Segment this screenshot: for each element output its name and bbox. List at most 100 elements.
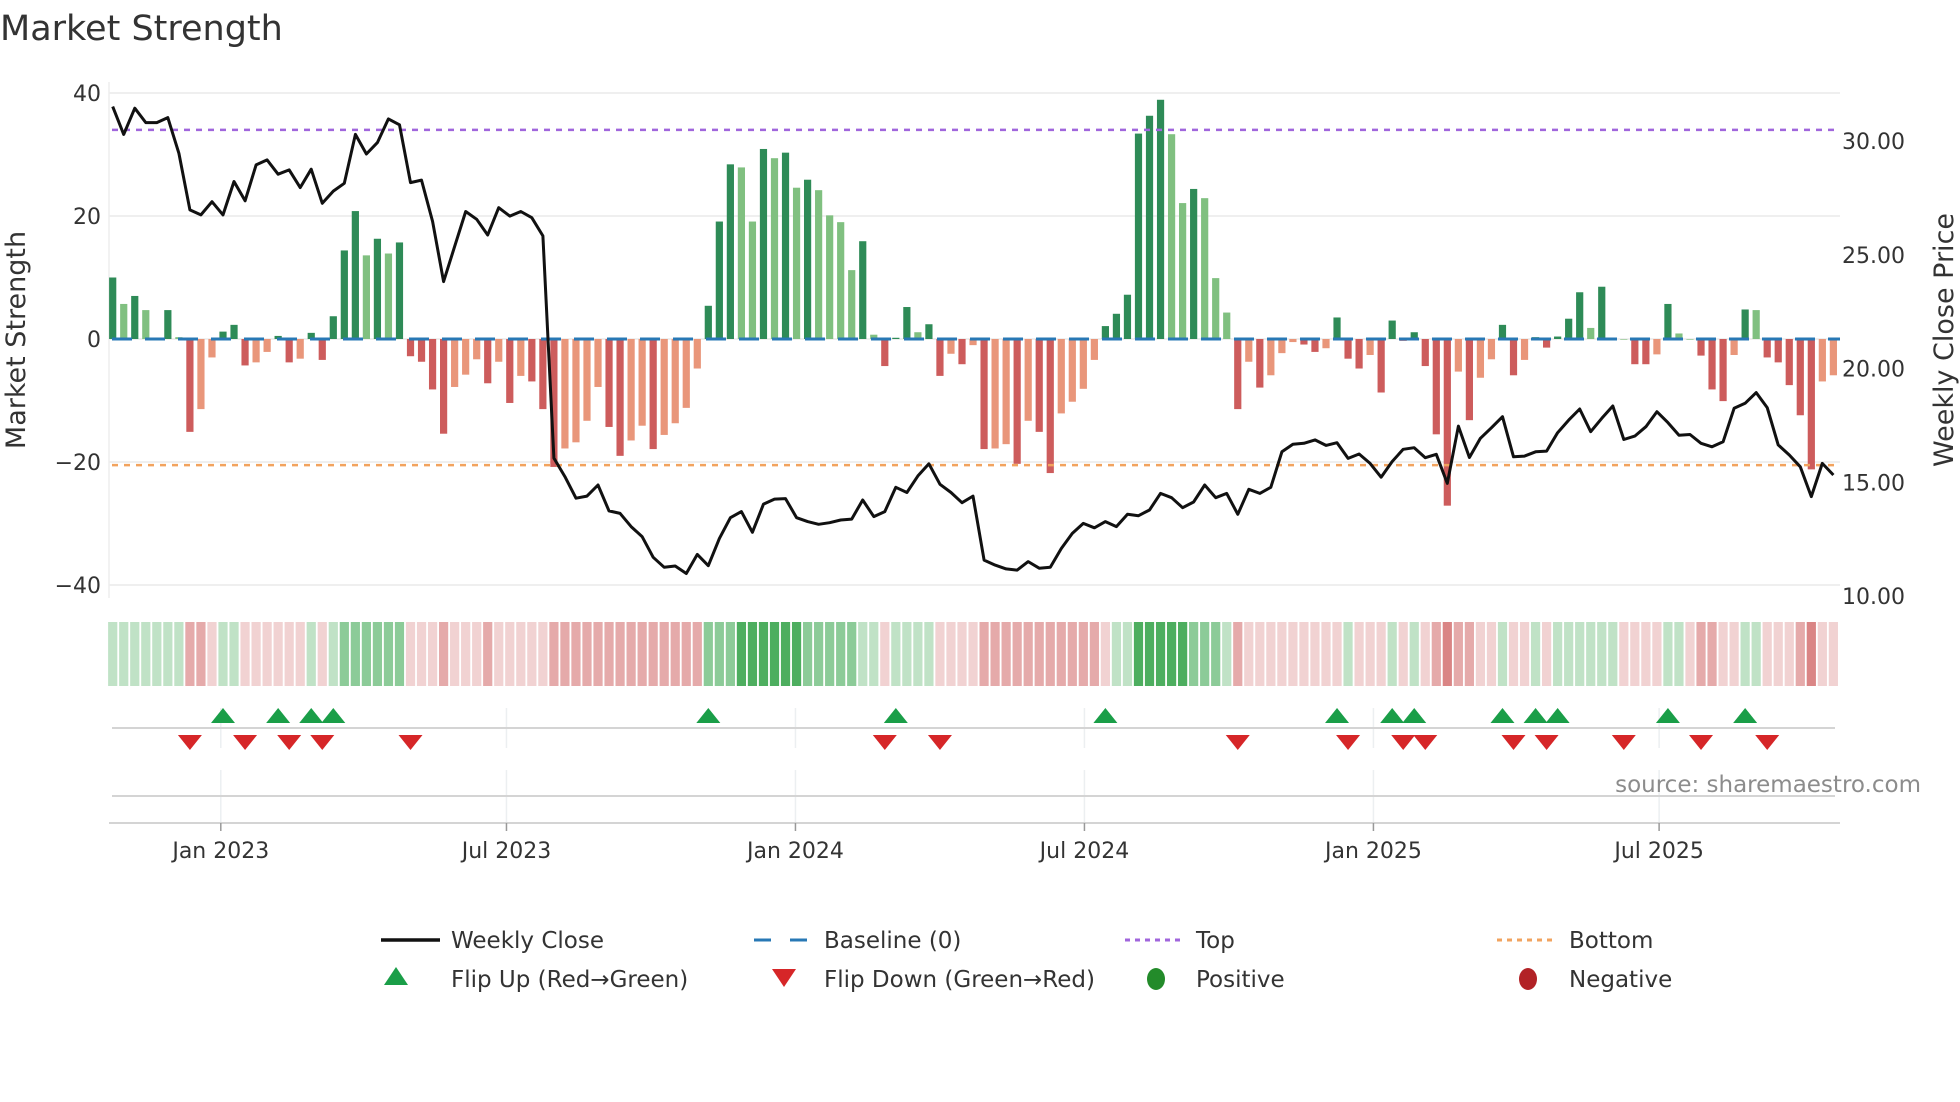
x-tick-label: Jul 2023 bbox=[460, 839, 552, 864]
flip-down-marker bbox=[927, 735, 952, 750]
regime-cell bbox=[560, 622, 570, 686]
flip-panel-vertical-grid bbox=[220, 708, 1660, 822]
strength-bar bbox=[770, 158, 779, 339]
flip-down-marker bbox=[1611, 735, 1636, 750]
regime-cell bbox=[1530, 622, 1541, 686]
regime-cell bbox=[747, 622, 758, 686]
strength-bar bbox=[980, 339, 988, 450]
strength-bar bbox=[1498, 324, 1507, 339]
flip-down-marker bbox=[872, 735, 897, 750]
regime-cell bbox=[935, 622, 945, 686]
strength-bar bbox=[1388, 320, 1396, 339]
strength-bar bbox=[1598, 286, 1606, 339]
strength-bar bbox=[506, 339, 514, 403]
regime-cell bbox=[405, 622, 416, 686]
strength-bar bbox=[351, 211, 359, 339]
regime-cell bbox=[196, 622, 206, 686]
regime-cell bbox=[1663, 622, 1673, 686]
regime-cell bbox=[1707, 622, 1717, 686]
strength-bar bbox=[1454, 339, 1462, 372]
regime-cell bbox=[262, 622, 272, 686]
strength-bar bbox=[1664, 303, 1672, 339]
regime-cell bbox=[461, 622, 471, 686]
strength-bar bbox=[1741, 309, 1749, 339]
x-tick-label: Jul 2024 bbox=[1038, 839, 1130, 864]
strength-bar bbox=[384, 253, 393, 339]
strength-bar bbox=[241, 339, 249, 366]
regime-cell bbox=[1023, 622, 1033, 686]
strength-bar bbox=[594, 339, 602, 387]
legend-item: Flip Up (Red→Green) bbox=[384, 967, 688, 993]
regime-cell bbox=[328, 622, 338, 686]
regime-cell bbox=[174, 622, 184, 686]
strength-bar bbox=[1289, 339, 1297, 343]
y2-tick-label: 20.00 bbox=[1842, 358, 1905, 383]
regime-cell bbox=[1001, 622, 1011, 686]
regime-cell bbox=[858, 622, 868, 686]
strength-bar bbox=[252, 339, 260, 363]
regime-cell bbox=[725, 622, 735, 686]
regime-cell bbox=[1045, 622, 1055, 686]
regime-cell bbox=[1122, 622, 1133, 686]
regime-cell bbox=[1828, 622, 1838, 686]
regime-cell bbox=[427, 622, 438, 686]
x-tick-label: Jan 2024 bbox=[745, 839, 844, 864]
strength-bar bbox=[1311, 339, 1319, 352]
regime-cell bbox=[1387, 622, 1397, 686]
strength-bar bbox=[583, 339, 591, 421]
strength-bar bbox=[1785, 339, 1793, 386]
regime-cell bbox=[1740, 622, 1750, 686]
strength-bar bbox=[759, 148, 768, 339]
strength-bar bbox=[748, 221, 757, 339]
regime-cell bbox=[968, 622, 978, 686]
regime-cell bbox=[957, 622, 967, 686]
flip-up-marker bbox=[211, 708, 235, 723]
strength-bar bbox=[1090, 339, 1098, 360]
strength-bar bbox=[1013, 339, 1021, 464]
strength-bar bbox=[572, 339, 580, 443]
regime-cell bbox=[1486, 622, 1497, 686]
regime-cell bbox=[1365, 622, 1375, 686]
regime-cell bbox=[681, 622, 691, 686]
triangle-up-icon bbox=[384, 967, 408, 985]
regime-cell bbox=[527, 622, 537, 686]
strength-bar bbox=[1565, 318, 1573, 339]
strength-bar bbox=[528, 339, 536, 382]
regime-cell bbox=[847, 622, 857, 686]
regime-cell bbox=[1431, 622, 1441, 686]
strength-bar bbox=[1278, 339, 1286, 354]
regime-cell bbox=[1784, 622, 1794, 686]
strength-bar bbox=[1234, 339, 1242, 410]
regime-cell bbox=[251, 622, 261, 686]
strength-bar bbox=[1509, 339, 1518, 376]
strength-bar bbox=[1774, 339, 1782, 363]
y-tick-label: 0 bbox=[87, 328, 101, 353]
strength-bar bbox=[1377, 339, 1385, 393]
strength-bar bbox=[1322, 339, 1330, 349]
regime-cell bbox=[1321, 622, 1331, 686]
strength-bar bbox=[1267, 339, 1275, 376]
regime-cell bbox=[1277, 622, 1287, 686]
regime-cell bbox=[516, 622, 526, 686]
regime-cell bbox=[439, 622, 449, 686]
strength-bar bbox=[936, 339, 944, 376]
y-axis-title: Market Strength bbox=[1, 231, 32, 449]
flip-down-marker bbox=[1755, 735, 1780, 750]
strength-bar bbox=[1686, 339, 1694, 340]
regime-cell bbox=[979, 622, 989, 686]
regime-cell bbox=[1806, 622, 1816, 686]
legend-label: Flip Down (Green→Red) bbox=[824, 967, 1095, 993]
regime-cell bbox=[1034, 622, 1044, 686]
regime-cell bbox=[902, 622, 912, 686]
regime-cell bbox=[1189, 622, 1199, 686]
regime-cell bbox=[1089, 622, 1099, 686]
regime-cell bbox=[880, 622, 890, 686]
regime-cell bbox=[1100, 622, 1110, 686]
regime-cell bbox=[1597, 622, 1607, 686]
strength-bar bbox=[1002, 339, 1010, 445]
strength-bar bbox=[1156, 99, 1165, 339]
regime-cell bbox=[185, 622, 195, 686]
strength-bar bbox=[605, 339, 613, 427]
regime-cell bbox=[1652, 622, 1662, 686]
strength-bar bbox=[230, 324, 238, 339]
